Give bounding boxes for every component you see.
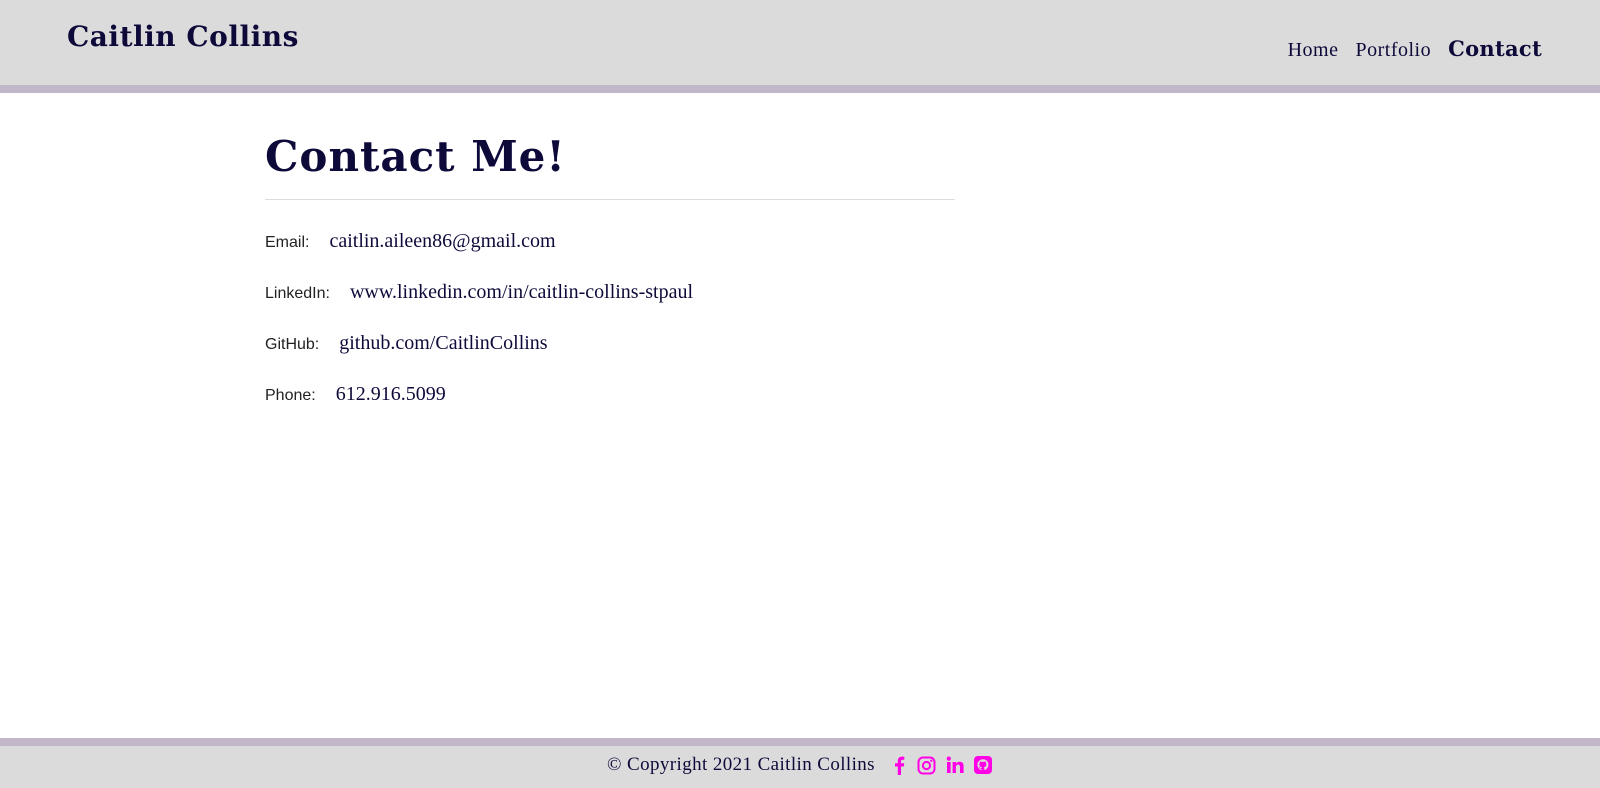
- contact-row-email: Email: caitlin.aileen86@gmail.com: [265, 230, 955, 281]
- instagram-icon[interactable]: [917, 755, 937, 775]
- site-header: Caitlin Collins Home Portfolio Contact: [0, 0, 1600, 93]
- nav-portfolio-link[interactable]: Portfolio: [1355, 39, 1431, 62]
- main-nav: Home Portfolio Contact: [1288, 36, 1542, 62]
- linkedin-link[interactable]: www.linkedin.com/in/caitlin-collins-stpa…: [350, 281, 693, 304]
- phone-label: Phone:: [265, 387, 316, 404]
- nav-home-link[interactable]: Home: [1288, 39, 1339, 62]
- phone-number: 612.916.5099: [335, 383, 446, 405]
- nav-contact-link[interactable]: Contact: [1448, 36, 1542, 61]
- brand-name[interactable]: Caitlin Collins: [67, 20, 299, 53]
- site-footer: © Copyright 2021 Caitlin Collins: [0, 738, 1600, 788]
- github-icon[interactable]: [973, 755, 993, 775]
- contact-row-linkedin: LinkedIn: www.linkedin.com/in/caitlin-co…: [265, 281, 955, 332]
- social-links: [889, 755, 993, 775]
- copyright-text: © Copyright 2021 Caitlin Collins: [607, 754, 875, 775]
- contact-row-phone: Phone: 612.916.5099: [265, 383, 955, 434]
- contact-row-github: GitHub: github.com/CaitlinCollins: [265, 332, 955, 383]
- email-label: Email:: [265, 234, 310, 251]
- main-content: Contact Me! Email: caitlin.aileen86@gmai…: [265, 93, 955, 434]
- title-divider: [265, 199, 955, 200]
- facebook-icon[interactable]: [889, 755, 909, 775]
- linkedin-icon[interactable]: [945, 755, 965, 775]
- github-label: GitHub:: [265, 336, 320, 353]
- page-title: Contact Me!: [265, 132, 566, 181]
- github-link[interactable]: github.com/CaitlinCollins: [339, 332, 547, 355]
- footer-content: © Copyright 2021 Caitlin Collins: [0, 754, 1600, 776]
- email-link[interactable]: caitlin.aileen86@gmail.com: [329, 230, 555, 253]
- linkedin-label: LinkedIn:: [265, 285, 330, 302]
- contact-list: Email: caitlin.aileen86@gmail.com Linked…: [265, 230, 955, 434]
